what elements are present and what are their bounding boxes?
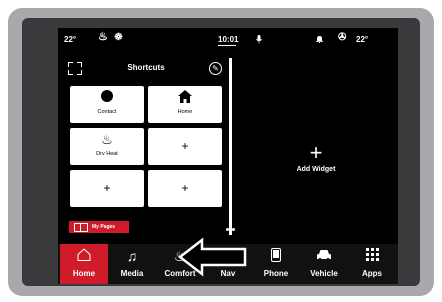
home-outline-icon bbox=[60, 248, 108, 264]
fan-icon[interactable]: ✇ bbox=[338, 33, 346, 43]
pages-icon bbox=[74, 223, 88, 232]
nav-label: Vehicle bbox=[310, 269, 338, 278]
status-bar: 22° ♨ ☸ 10:01 ✇ 22° bbox=[58, 28, 398, 50]
temperature-left[interactable]: 22° bbox=[64, 35, 76, 44]
shortcut-home[interactable]: Home bbox=[148, 86, 222, 123]
page-dot[interactable] bbox=[226, 228, 229, 231]
heated-wheel-icon[interactable]: ☸ bbox=[114, 33, 123, 43]
add-widget-label: Add Widget bbox=[296, 166, 336, 173]
home-icon bbox=[148, 90, 222, 106]
nav-label: Home bbox=[72, 269, 96, 278]
music-note-icon: ♫ bbox=[126, 248, 138, 264]
shortcut-empty-slot[interactable]: + bbox=[148, 170, 222, 207]
shortcuts-title: Shortcuts bbox=[127, 63, 165, 72]
temperature-right[interactable]: 22° bbox=[356, 35, 368, 44]
nav-apps[interactable]: Apps bbox=[348, 244, 396, 284]
shortcut-contact[interactable]: Contact bbox=[70, 86, 144, 123]
my-pages-button[interactable]: My Pages bbox=[69, 221, 129, 233]
shortcut-label: Contact bbox=[97, 109, 117, 115]
add-widget-area[interactable]: + Add Widget bbox=[234, 58, 398, 242]
plus-icon: + bbox=[181, 139, 189, 153]
notification-bell-icon[interactable] bbox=[316, 35, 323, 45]
nav-media[interactable]: ♫ Media bbox=[108, 244, 156, 284]
contact-dot-icon bbox=[70, 90, 144, 105]
shortcut-empty-slot[interactable]: + bbox=[148, 128, 222, 165]
shortcut-empty-slot[interactable]: + bbox=[70, 170, 144, 207]
touchscreen: 22° ♨ ☸ 10:01 ✇ 22° Shortcuts ✎ Contact … bbox=[58, 28, 398, 284]
heated-seat-icon[interactable]: ♨ bbox=[98, 32, 108, 43]
clock-underline bbox=[218, 45, 236, 46]
microphone-icon[interactable] bbox=[256, 35, 262, 46]
shortcut-label: Home bbox=[177, 109, 193, 115]
page-dot[interactable] bbox=[232, 228, 235, 231]
panel-divider bbox=[229, 58, 232, 235]
nav-home[interactable]: Home bbox=[60, 244, 108, 284]
nav-vehicle[interactable]: Vehicle bbox=[300, 244, 348, 284]
driver-heat-icon: ♨ bbox=[101, 132, 113, 147]
shortcut-drv-heat[interactable]: ♨ Drv Heat bbox=[70, 128, 144, 165]
clock: 10:01 bbox=[218, 35, 239, 44]
nav-label: Media bbox=[120, 269, 144, 278]
car-icon bbox=[300, 248, 348, 264]
nav-label: Apps bbox=[362, 269, 382, 278]
nav-label: Phone bbox=[263, 269, 289, 278]
apps-grid-icon bbox=[348, 248, 396, 264]
edit-pencil-icon[interactable]: ✎ bbox=[209, 62, 222, 75]
shortcuts-panel: Shortcuts ✎ Contact Home ♨ Drv Heat + + … bbox=[64, 60, 228, 244]
plus-icon: + bbox=[103, 181, 111, 195]
plus-icon: + bbox=[309, 140, 323, 165]
plus-icon: + bbox=[181, 181, 189, 195]
phone-icon bbox=[252, 248, 300, 265]
my-pages-label: My Pages bbox=[92, 224, 116, 230]
nav-phone[interactable]: Phone bbox=[252, 244, 300, 284]
pointer-arrow-icon bbox=[178, 237, 247, 277]
shortcut-label: Drv Heat bbox=[96, 151, 118, 157]
